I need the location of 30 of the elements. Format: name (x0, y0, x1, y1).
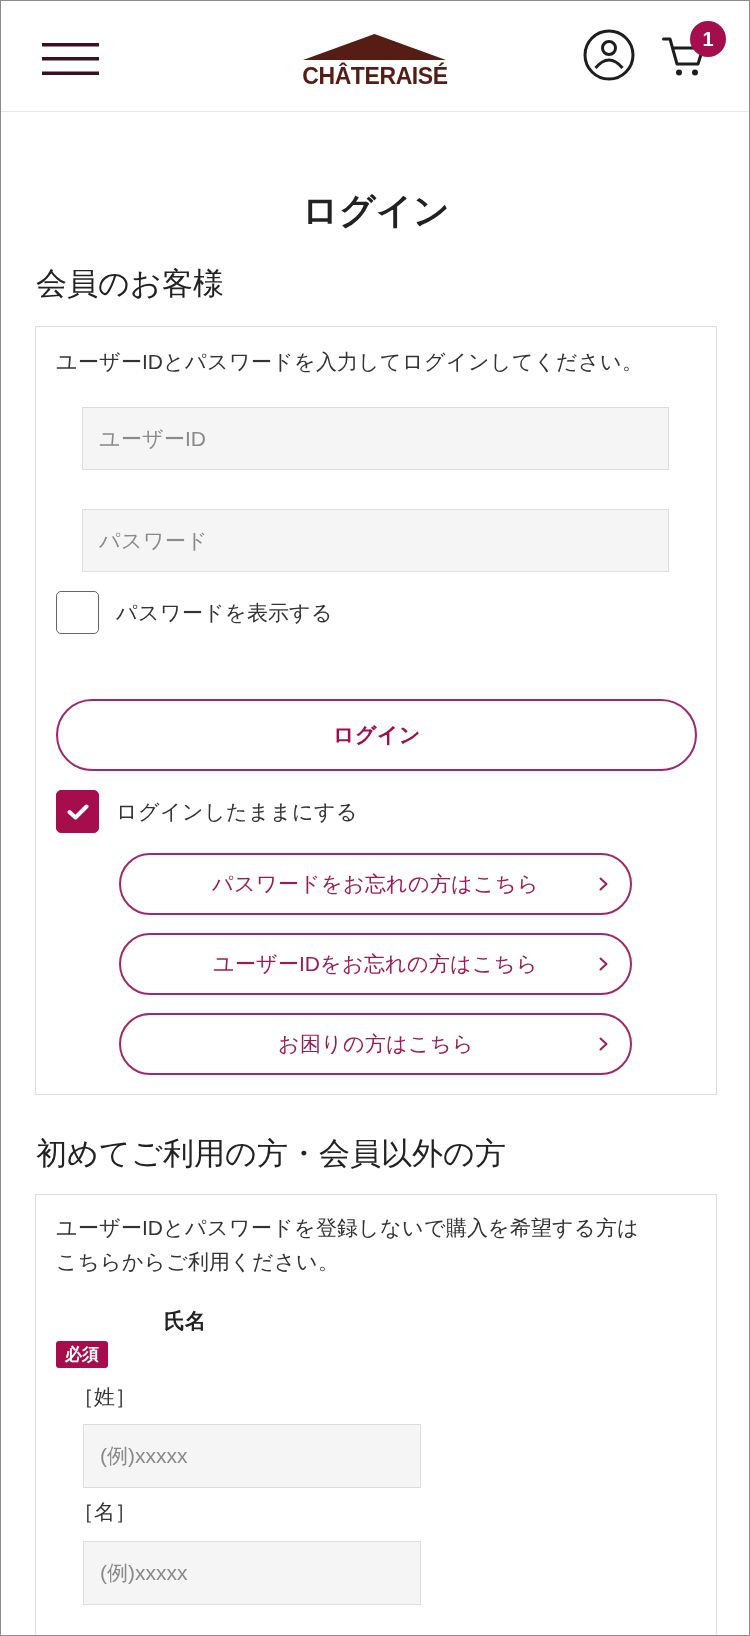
field-label: ［姓］ (73, 1384, 136, 1410)
input-field[interactable]: (例)xxxxx (83, 1424, 421, 1488)
link-button[interactable]: パスワードをお忘れの方はこちら (119, 853, 632, 915)
cart-count-badge: 1 (690, 21, 726, 57)
checkbox[interactable] (56, 591, 99, 634)
login-button[interactable]: ログイン (56, 699, 697, 771)
instruction-text: ユーザーIDとパスワードを入力してログインしてください。 (56, 349, 643, 375)
page-title: ログイン (301, 188, 451, 232)
chevron-right-icon (599, 877, 608, 891)
input-field[interactable]: ユーザーID (82, 407, 669, 470)
menu-icon[interactable] (42, 43, 99, 75)
checkbox-label[interactable]: パスワードを表示する (116, 597, 333, 628)
roof-icon (303, 34, 447, 60)
section-heading: 初めてご利用の方・会員以外の方 (35, 1134, 507, 1173)
chevron-right-icon (599, 957, 608, 971)
checkbox-label[interactable]: ログインしたままにする (116, 796, 358, 827)
input-field[interactable]: (例)xxxxx (83, 1541, 421, 1605)
instruction-text: ユーザーIDとパスワードを登録しないで購入を希望する方はこちらからご利用ください。 (56, 1215, 640, 1275)
checkbox[interactable] (56, 790, 99, 833)
required-badge: 必須 (56, 1341, 108, 1368)
input-field[interactable]: パスワード (82, 509, 669, 572)
section-heading: 会員のお客様 (35, 264, 225, 303)
logo-link[interactable]: CHÂTERAISÉ (302, 34, 448, 89)
link-button[interactable]: お困りの方はこちら (119, 1013, 632, 1075)
link-button[interactable]: ユーザーIDをお忘れの方はこちら (119, 933, 632, 995)
check-icon (66, 803, 89, 820)
chevron-right-icon (599, 1037, 608, 1051)
account-icon[interactable] (583, 29, 635, 81)
field-label: ［名］ (73, 1499, 136, 1525)
field-label: 氏名 (164, 1308, 206, 1334)
